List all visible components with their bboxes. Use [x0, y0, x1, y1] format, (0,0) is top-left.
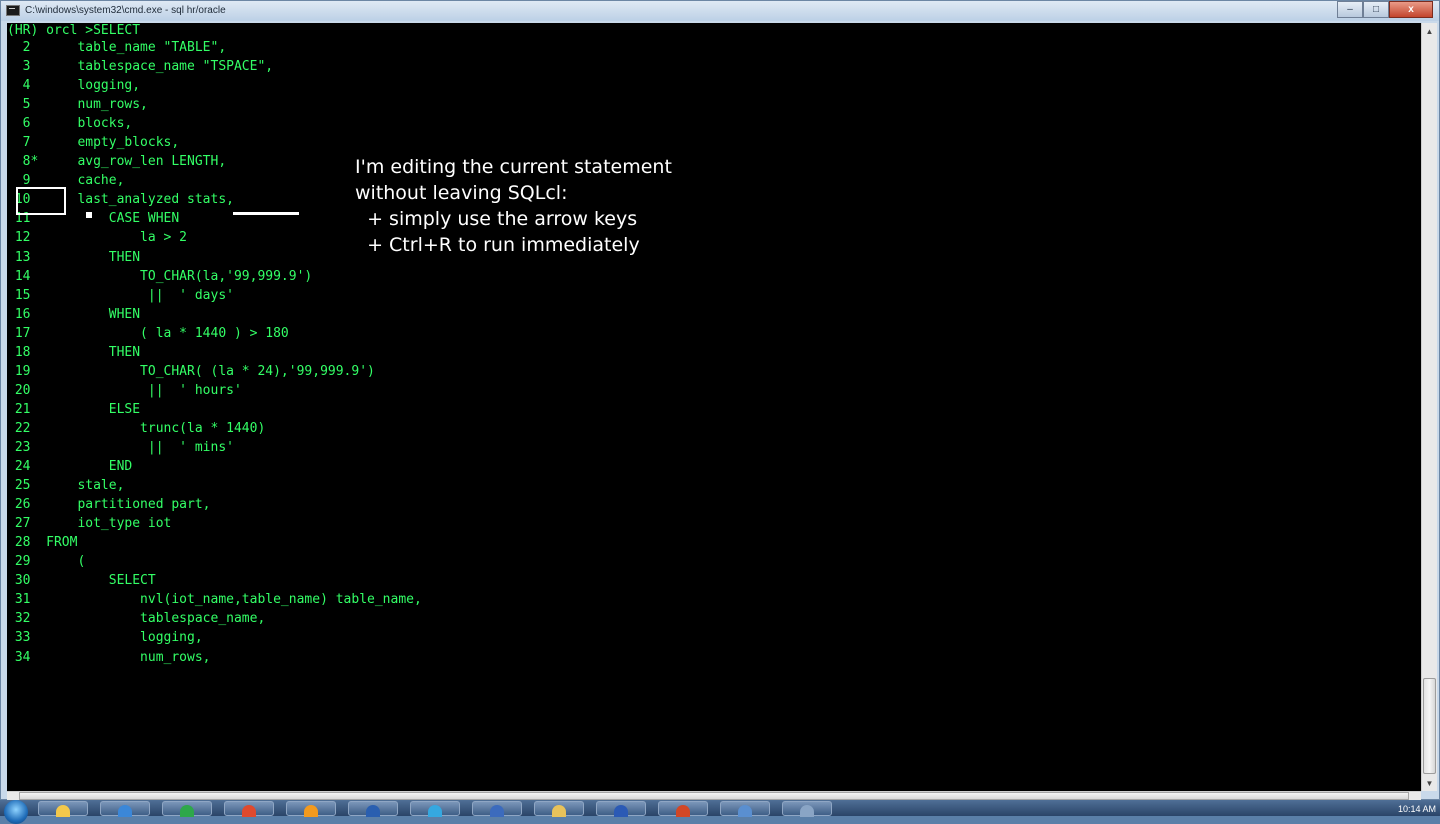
sql-line: 34 num_rows, [7, 649, 211, 665]
text-cursor [86, 212, 92, 218]
edit-underline [233, 212, 299, 215]
powerpoint-icon [614, 805, 628, 817]
sql-line: 7 empty_blocks, [7, 135, 180, 151]
media-icon [242, 805, 256, 817]
cmd-icon [800, 805, 814, 817]
sql-buffer: 2 table_name "TABLE", 3 tablespace_name … [7, 38, 422, 667]
annotation-line-3: + simply use the arrow keys [355, 208, 638, 230]
taskbar-button-powerpoint[interactable] [596, 801, 646, 817]
annotation-line-4: + Ctrl+R to run immediately [355, 234, 640, 256]
console-output[interactable]: (HR) orcl >SELECT 2 table_name "TABLE", … [7, 23, 1421, 791]
annotation-line-1: I'm editing the current statement [355, 156, 672, 178]
sql-line: 17 ( la * 1440 ) > 180 [7, 325, 289, 341]
sql-line: 21 ELSE [7, 401, 141, 417]
ie-icon [118, 805, 132, 817]
sql-line: 26 partitioned part, [7, 497, 211, 513]
window-title: C:\windows\system32\cmd.exe - sql hr/ora… [25, 5, 226, 16]
taskbar-button-app[interactable] [348, 801, 398, 817]
minimize-icon: – [1347, 4, 1353, 15]
folder-icon [490, 805, 504, 817]
globe-icon [428, 805, 442, 817]
sql-line: 4 logging, [7, 78, 141, 94]
taskbar-button-folder[interactable] [472, 801, 522, 817]
sql-line: 30 SELECT [7, 573, 156, 589]
sql-line: 24 END [7, 459, 133, 475]
title-bar[interactable]: C:\windows\system32\cmd.exe - sql hr/ora… [1, 1, 1439, 21]
cmd-icon [6, 5, 20, 16]
horizontal-scroll-thumb[interactable] [19, 792, 1409, 800]
sql-line: 6 blocks, [7, 116, 133, 132]
firefox-icon [304, 805, 318, 817]
sql-line: 32 tablespace_name, [7, 611, 266, 627]
maximize-button[interactable]: □ [1363, 1, 1389, 18]
sql-line: 28 FROM [7, 535, 78, 551]
sql-line: 31 nvl(iot_name,table_name) table_name, [7, 592, 422, 608]
console-window: C:\windows\system32\cmd.exe - sql hr/ora… [0, 0, 1440, 800]
sql-line: 29 ( [7, 554, 86, 570]
sql-line: 19 TO_CHAR( (la * 24),'99,999.9') [7, 363, 375, 379]
minimize-button[interactable]: – [1337, 1, 1363, 18]
sql-line: 23 || ' mins' [7, 439, 234, 455]
taskbar-button-media[interactable] [224, 801, 274, 817]
sql-line: 16 WHEN [7, 306, 141, 322]
app-icon [366, 805, 380, 817]
taskbar-button-tool[interactable] [720, 801, 770, 817]
sql-line: 33 logging, [7, 630, 203, 646]
annotation-line-2: without leaving SQLcl: [355, 182, 568, 204]
word-icon [552, 805, 566, 817]
taskbar-button-chrome[interactable] [162, 801, 212, 817]
maximize-icon: □ [1372, 4, 1380, 15]
taskbar: 10:14 AM [0, 800, 1440, 824]
annotation-callout: I'm editing the current statement without… [355, 154, 672, 258]
horizontal-scrollbar[interactable] [7, 791, 1421, 800]
start-orb-icon[interactable] [0, 800, 30, 824]
taskbar-button-firefox[interactable] [286, 801, 336, 817]
sql-line: 27 iot_type iot [7, 516, 172, 532]
sql-line: 22 trunc(la * 1440) [7, 420, 266, 436]
tool-icon [738, 805, 752, 817]
taskbar-button-globe[interactable] [410, 801, 460, 817]
taskbar-button-cmd[interactable] [782, 801, 832, 817]
taskbar-button-word[interactable] [534, 801, 584, 817]
explorer-icon [56, 805, 70, 817]
sql-line: 14 TO_CHAR(la,'99,999.9') [7, 268, 313, 284]
sql-line: 25 stale, [7, 478, 125, 494]
sql-line: 15 || ' days' [7, 287, 234, 303]
taskbar-button-monitor[interactable] [658, 801, 708, 817]
scroll-up-arrow-icon[interactable]: ▲ [1422, 23, 1437, 39]
sql-line: 2 table_name "TABLE", [7, 40, 227, 55]
sql-line: 5 num_rows, [7, 97, 148, 113]
scroll-down-arrow-icon[interactable]: ▼ [1422, 775, 1437, 791]
taskbar-button-ie[interactable] [100, 801, 150, 817]
sql-line: 18 THEN [7, 344, 141, 360]
sql-line: 20 || ' hours' [7, 382, 242, 398]
chrome-icon [180, 805, 194, 817]
vertical-scroll-thumb[interactable] [1423, 678, 1436, 774]
vertical-scrollbar[interactable]: ▲ ▼ [1421, 23, 1437, 791]
close-icon: x [1408, 4, 1414, 15]
taskbar-button-explorer[interactable] [38, 801, 88, 817]
sql-line: 3 tablespace_name "TSPACE", [7, 59, 274, 75]
taskbar-clock[interactable]: 10:14 AM [1398, 804, 1436, 814]
window-controls: – □ x [1337, 1, 1433, 20]
close-button[interactable]: x [1389, 1, 1433, 18]
current-line-highlight [16, 187, 66, 215]
monitor-icon [676, 805, 690, 817]
